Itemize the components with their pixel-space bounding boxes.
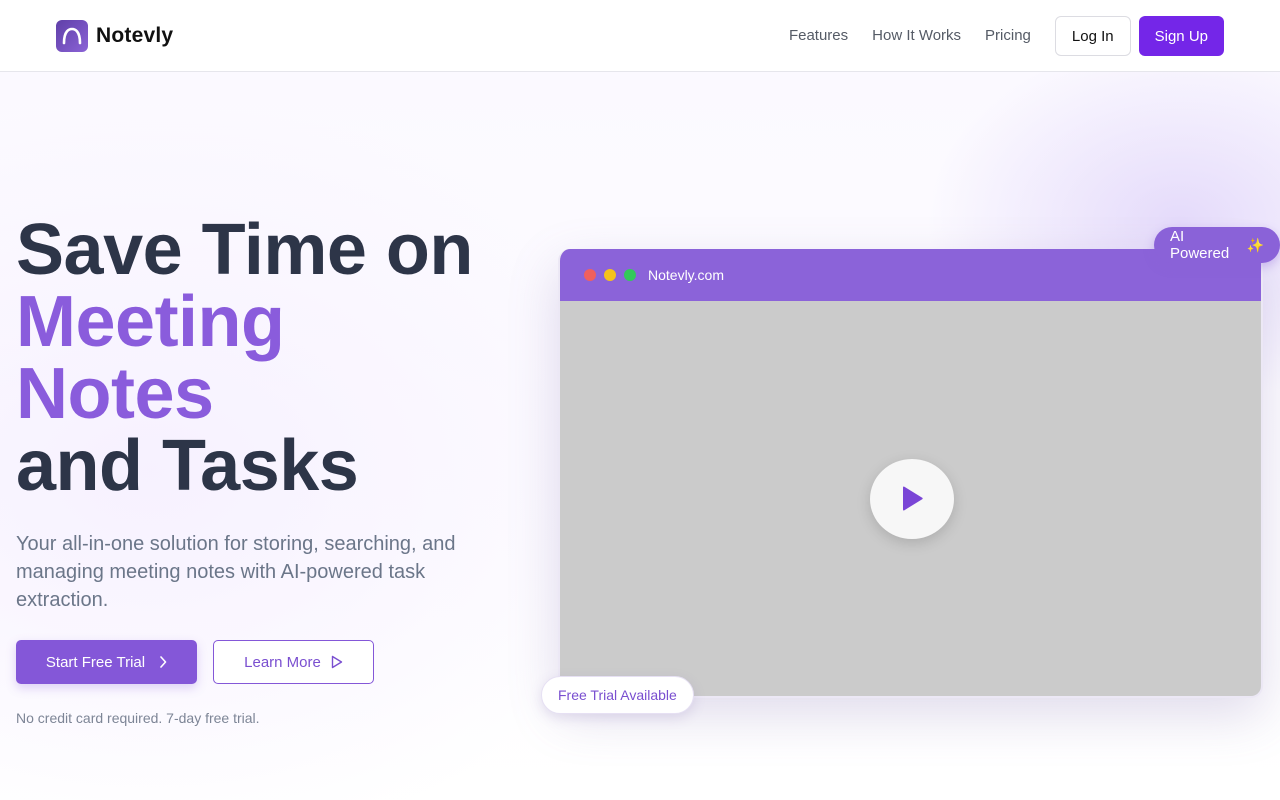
learn-more-button[interactable]: Learn More xyxy=(213,640,374,684)
main-nav: Features How It Works Pricing Log In Sig… xyxy=(789,16,1224,56)
sparkles-icon: ✨ xyxy=(1246,236,1264,253)
hero-content: Save Time on Meeting Notes and Tasks You… xyxy=(16,214,516,726)
hero-subtitle: Your all-in-one solution for storing, se… xyxy=(16,533,456,611)
play-outline-icon xyxy=(331,655,343,669)
top-navbar: Notevly Features How It Works Pricing Lo… xyxy=(0,0,1280,72)
signup-button[interactable]: Sign Up xyxy=(1138,16,1224,56)
nav-link-pricing[interactable]: Pricing xyxy=(985,16,1031,56)
nav-link-features[interactable]: Features xyxy=(789,16,848,56)
ai-powered-label: AI Powered xyxy=(1170,228,1230,262)
headline-line-2: Meeting xyxy=(16,282,285,362)
headline-line-1: Save Time on xyxy=(16,210,473,290)
start-free-trial-label: Start Free Trial xyxy=(45,653,146,671)
headline-line-3: Notes xyxy=(16,354,214,434)
browser-url: Notevly.com xyxy=(648,267,724,283)
ai-powered-badge: AI Powered ✨ xyxy=(1154,227,1280,263)
nav-link-how-it-works[interactable]: How It Works xyxy=(872,16,961,56)
brand-name: Notevly xyxy=(96,24,174,47)
window-close-dot xyxy=(584,269,596,281)
start-free-trial-button[interactable]: Start Free Trial xyxy=(16,640,197,684)
window-minimize-dot xyxy=(604,269,616,281)
product-video-preview: Notevly.com xyxy=(558,249,1263,698)
brand-logo[interactable]: Notevly xyxy=(56,20,173,52)
chevron-right-icon xyxy=(160,656,167,668)
cta-row: Start Free Trial Learn More xyxy=(16,640,516,684)
free-trial-badge: Free Trial Available xyxy=(541,676,694,714)
trial-footnote: No credit card required. 7-day free tria… xyxy=(16,710,260,726)
login-button[interactable]: Log In xyxy=(1054,16,1131,56)
headline-line-4: and Tasks xyxy=(16,426,359,506)
browser-title-bar: Notevly.com xyxy=(560,249,1261,301)
play-video-button[interactable] xyxy=(870,459,954,539)
hero-headline: Save Time on Meeting Notes and Tasks xyxy=(16,214,516,502)
play-icon xyxy=(903,486,923,511)
notevly-logo-icon xyxy=(56,20,88,52)
window-maximize-dot xyxy=(624,269,636,281)
learn-more-label: Learn More xyxy=(244,653,321,671)
